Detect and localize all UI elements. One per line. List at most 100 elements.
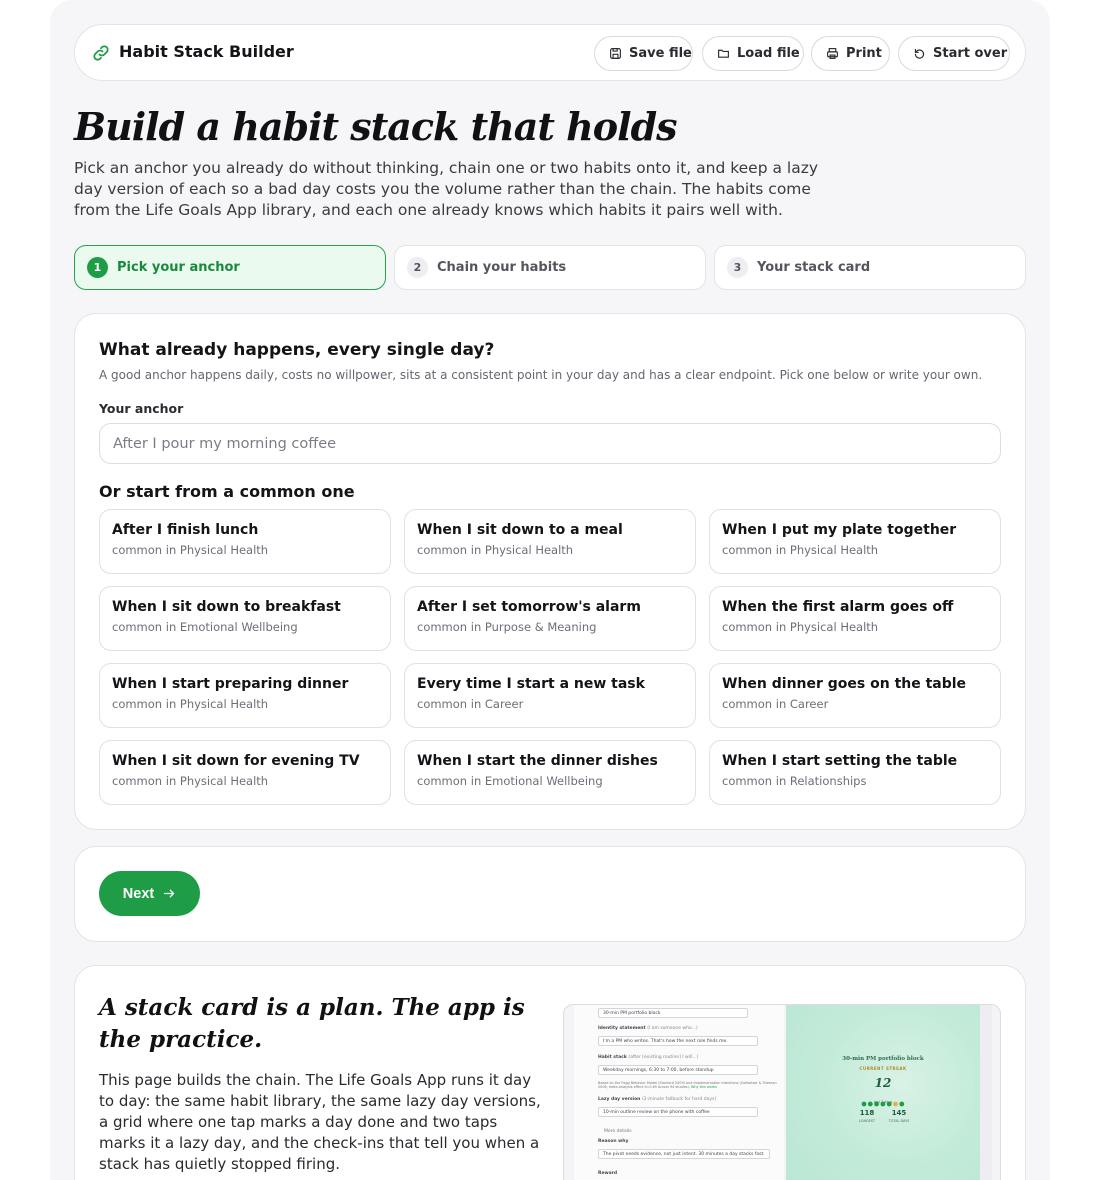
next-button[interactable]: Next xyxy=(99,871,200,916)
step-pick-anchor[interactable]: 1 Pick your anchor xyxy=(74,245,386,290)
step-number: 3 xyxy=(727,257,748,278)
next-label: Next xyxy=(122,885,155,902)
step-label: Pick your anchor xyxy=(117,260,240,275)
anchor-option-category: common in Physical Health xyxy=(417,543,574,557)
save-file-button[interactable]: Save file xyxy=(594,36,693,71)
anchor-option-category: common in Emotional Wellbeing xyxy=(112,620,298,634)
step-stack-card[interactable]: 3 Your stack card xyxy=(714,245,1026,290)
anchor-help-text: A good anchor happens daily, costs no wi… xyxy=(99,368,983,382)
common-anchors-title: Or start from a common one xyxy=(99,482,355,501)
anchor-option-title: When I sit down to breakfast xyxy=(112,599,341,615)
anchor-option-category: common in Career xyxy=(417,697,524,711)
step-number: 2 xyxy=(407,257,428,278)
anchor-option[interactable]: When I start setting the table common in… xyxy=(709,740,1001,805)
anchor-option-category: common in Physical Health xyxy=(722,620,879,634)
anchor-option-category: common in Emotional Wellbeing xyxy=(417,774,603,788)
anchor-option-category: common in Physical Health xyxy=(112,543,269,557)
anchor-option[interactable]: When dinner goes on the table common in … xyxy=(709,663,1001,728)
screenshot-streak-label: CURRENT STREAK xyxy=(859,1066,907,1071)
print-label: Print xyxy=(846,46,882,61)
anchor-option-category: common in Purpose & Meaning xyxy=(417,620,597,634)
start-over-label: Start over xyxy=(933,46,1008,61)
screenshot-week-dots xyxy=(861,1092,905,1107)
screenshot-reason-field: The pivot needs evidence, not just inten… xyxy=(598,1149,770,1159)
anchor-option[interactable]: When I put my plate together common in P… xyxy=(709,509,1001,574)
anchor-option[interactable]: When I sit down to breakfast common in E… xyxy=(99,586,391,651)
screenshot-stack-field: Weekday mornings, 6:30 to 7:00, before s… xyxy=(598,1065,758,1075)
anchor-option-title: When I sit down to a meal xyxy=(417,522,623,538)
screenshot-top-field: 30-min PM portfolio block xyxy=(598,1008,748,1018)
anchor-option[interactable]: After I set tomorrow's alarm common in P… xyxy=(404,586,696,651)
screenshot-streak-panel: 30-min PM portfolio block CURRENT STREAK… xyxy=(786,1005,980,1180)
step-chain-habits[interactable]: 2 Chain your habits xyxy=(394,245,706,290)
undo-icon xyxy=(914,48,925,59)
screenshot-stack-note: Based on the Fogg Behavior Model (Stanfo… xyxy=(598,1081,777,1089)
promo-title: A stack card is a plan. The app is the p… xyxy=(99,994,525,1053)
load-file-label: Load file xyxy=(737,46,800,61)
anchor-option-title: When the first alarm goes off xyxy=(722,599,954,615)
screenshot-lazy-field: 10-min outline review on the phone with … xyxy=(598,1107,758,1117)
screenshot-scrollbar xyxy=(980,1005,992,1180)
save-file-label: Save file xyxy=(629,46,692,61)
screenshot-reason-label: Reason why xyxy=(598,1139,629,1144)
screenshot-stack-label: Habit stack (after [existing routine] I … xyxy=(598,1055,699,1060)
step-number: 1 xyxy=(87,257,108,278)
screenshot-more-details: More details xyxy=(604,1129,632,1134)
screenshot-streak-caption: last 7 days xyxy=(873,1100,893,1104)
save-icon xyxy=(610,48,621,59)
anchor-option-title: After I finish lunch xyxy=(112,522,259,538)
anchor-option-title: When dinner goes on the table xyxy=(722,676,967,692)
app-header: Habit Stack Builder Save file Load file … xyxy=(74,24,1026,81)
anchor-option-title: When I start preparing dinner xyxy=(112,676,349,692)
anchor-option[interactable]: After I finish lunch common in Physical … xyxy=(99,509,391,574)
screenshot-total-label: TOTAL DAYS xyxy=(888,1119,910,1123)
anchor-option-category: common in Relationships xyxy=(722,774,867,788)
printer-icon xyxy=(827,48,838,59)
app-screenshot: 30-min PM portfolio block Identity state… xyxy=(563,1004,1001,1180)
screenshot-identity-label: Identity statement (I am someone who...) xyxy=(598,1026,698,1031)
app-title: Habit Stack Builder xyxy=(119,42,294,61)
load-file-button[interactable]: Load file xyxy=(702,36,804,71)
anchor-option-category: common in Career xyxy=(722,697,829,711)
anchor-input[interactable] xyxy=(99,423,1001,464)
anchor-option-title: Every time I start a new task xyxy=(417,676,645,692)
page: Habit Stack Builder Save file Load file … xyxy=(50,0,1050,1180)
anchor-option-category: common in Physical Health xyxy=(112,774,269,788)
print-button[interactable]: Print xyxy=(811,36,890,71)
step-label: Chain your habits xyxy=(437,260,567,275)
anchor-option[interactable]: When the first alarm goes off common in … xyxy=(709,586,1001,651)
anchor-option-title: When I start the dinner dishes xyxy=(417,753,658,769)
arrow-right-icon xyxy=(164,889,175,898)
anchor-option[interactable]: When I start the dinner dishes common in… xyxy=(404,740,696,805)
screenshot-reward-label: Reward xyxy=(598,1171,618,1176)
screenshot-lazy-label: Lazy day version (2-minute fallback for … xyxy=(598,1097,717,1102)
anchor-option[interactable]: When I start preparing dinner common in … xyxy=(99,663,391,728)
anchor-option-category: common in Physical Health xyxy=(722,543,879,557)
anchor-option-title: When I sit down for evening TV xyxy=(112,753,360,769)
anchor-option-title: After I set tomorrow's alarm xyxy=(417,599,641,615)
link-icon xyxy=(93,45,109,61)
screenshot-form-panel: 30-min PM portfolio block Identity state… xyxy=(574,1005,784,1180)
screenshot-longest-label: LONGEST xyxy=(859,1119,875,1123)
anchor-option[interactable]: Every time I start a new task common in … xyxy=(404,663,696,728)
screenshot-total-value: 145 xyxy=(891,1109,907,1117)
start-over-button[interactable]: Start over xyxy=(898,36,1010,71)
step-label: Your stack card xyxy=(757,260,871,275)
screenshot-identity-field: I'm a PM who writes. That's how the next… xyxy=(598,1036,758,1046)
page-title: Build a habit stack that holds xyxy=(74,104,678,149)
anchor-card: What already happens, every single day? … xyxy=(74,313,1026,830)
anchor-option[interactable]: When I sit down to a meal common in Phys… xyxy=(404,509,696,574)
anchor-field-label: Your anchor xyxy=(99,401,184,416)
anchor-option[interactable]: When I sit down for evening TV common in… xyxy=(99,740,391,805)
anchor-question: What already happens, every single day? xyxy=(99,340,495,360)
folder-icon xyxy=(718,49,729,58)
page-intro: Pick an anchor you already do without th… xyxy=(74,159,819,219)
anchor-option-title: When I put my plate together xyxy=(722,522,957,538)
anchor-option-title: When I start setting the table xyxy=(722,753,958,769)
anchor-option-category: common in Physical Health xyxy=(112,697,269,711)
promo-body: This page builds the chain. The Life Goa… xyxy=(99,1071,541,1173)
screenshot-streak-value: 12 xyxy=(874,1076,892,1090)
screenshot-streak-title: 30-min PM portfolio block xyxy=(842,1056,924,1062)
promo-card: A stack card is a plan. The app is the p… xyxy=(74,965,1026,1180)
screenshot-longest-value: 118 xyxy=(859,1109,875,1117)
